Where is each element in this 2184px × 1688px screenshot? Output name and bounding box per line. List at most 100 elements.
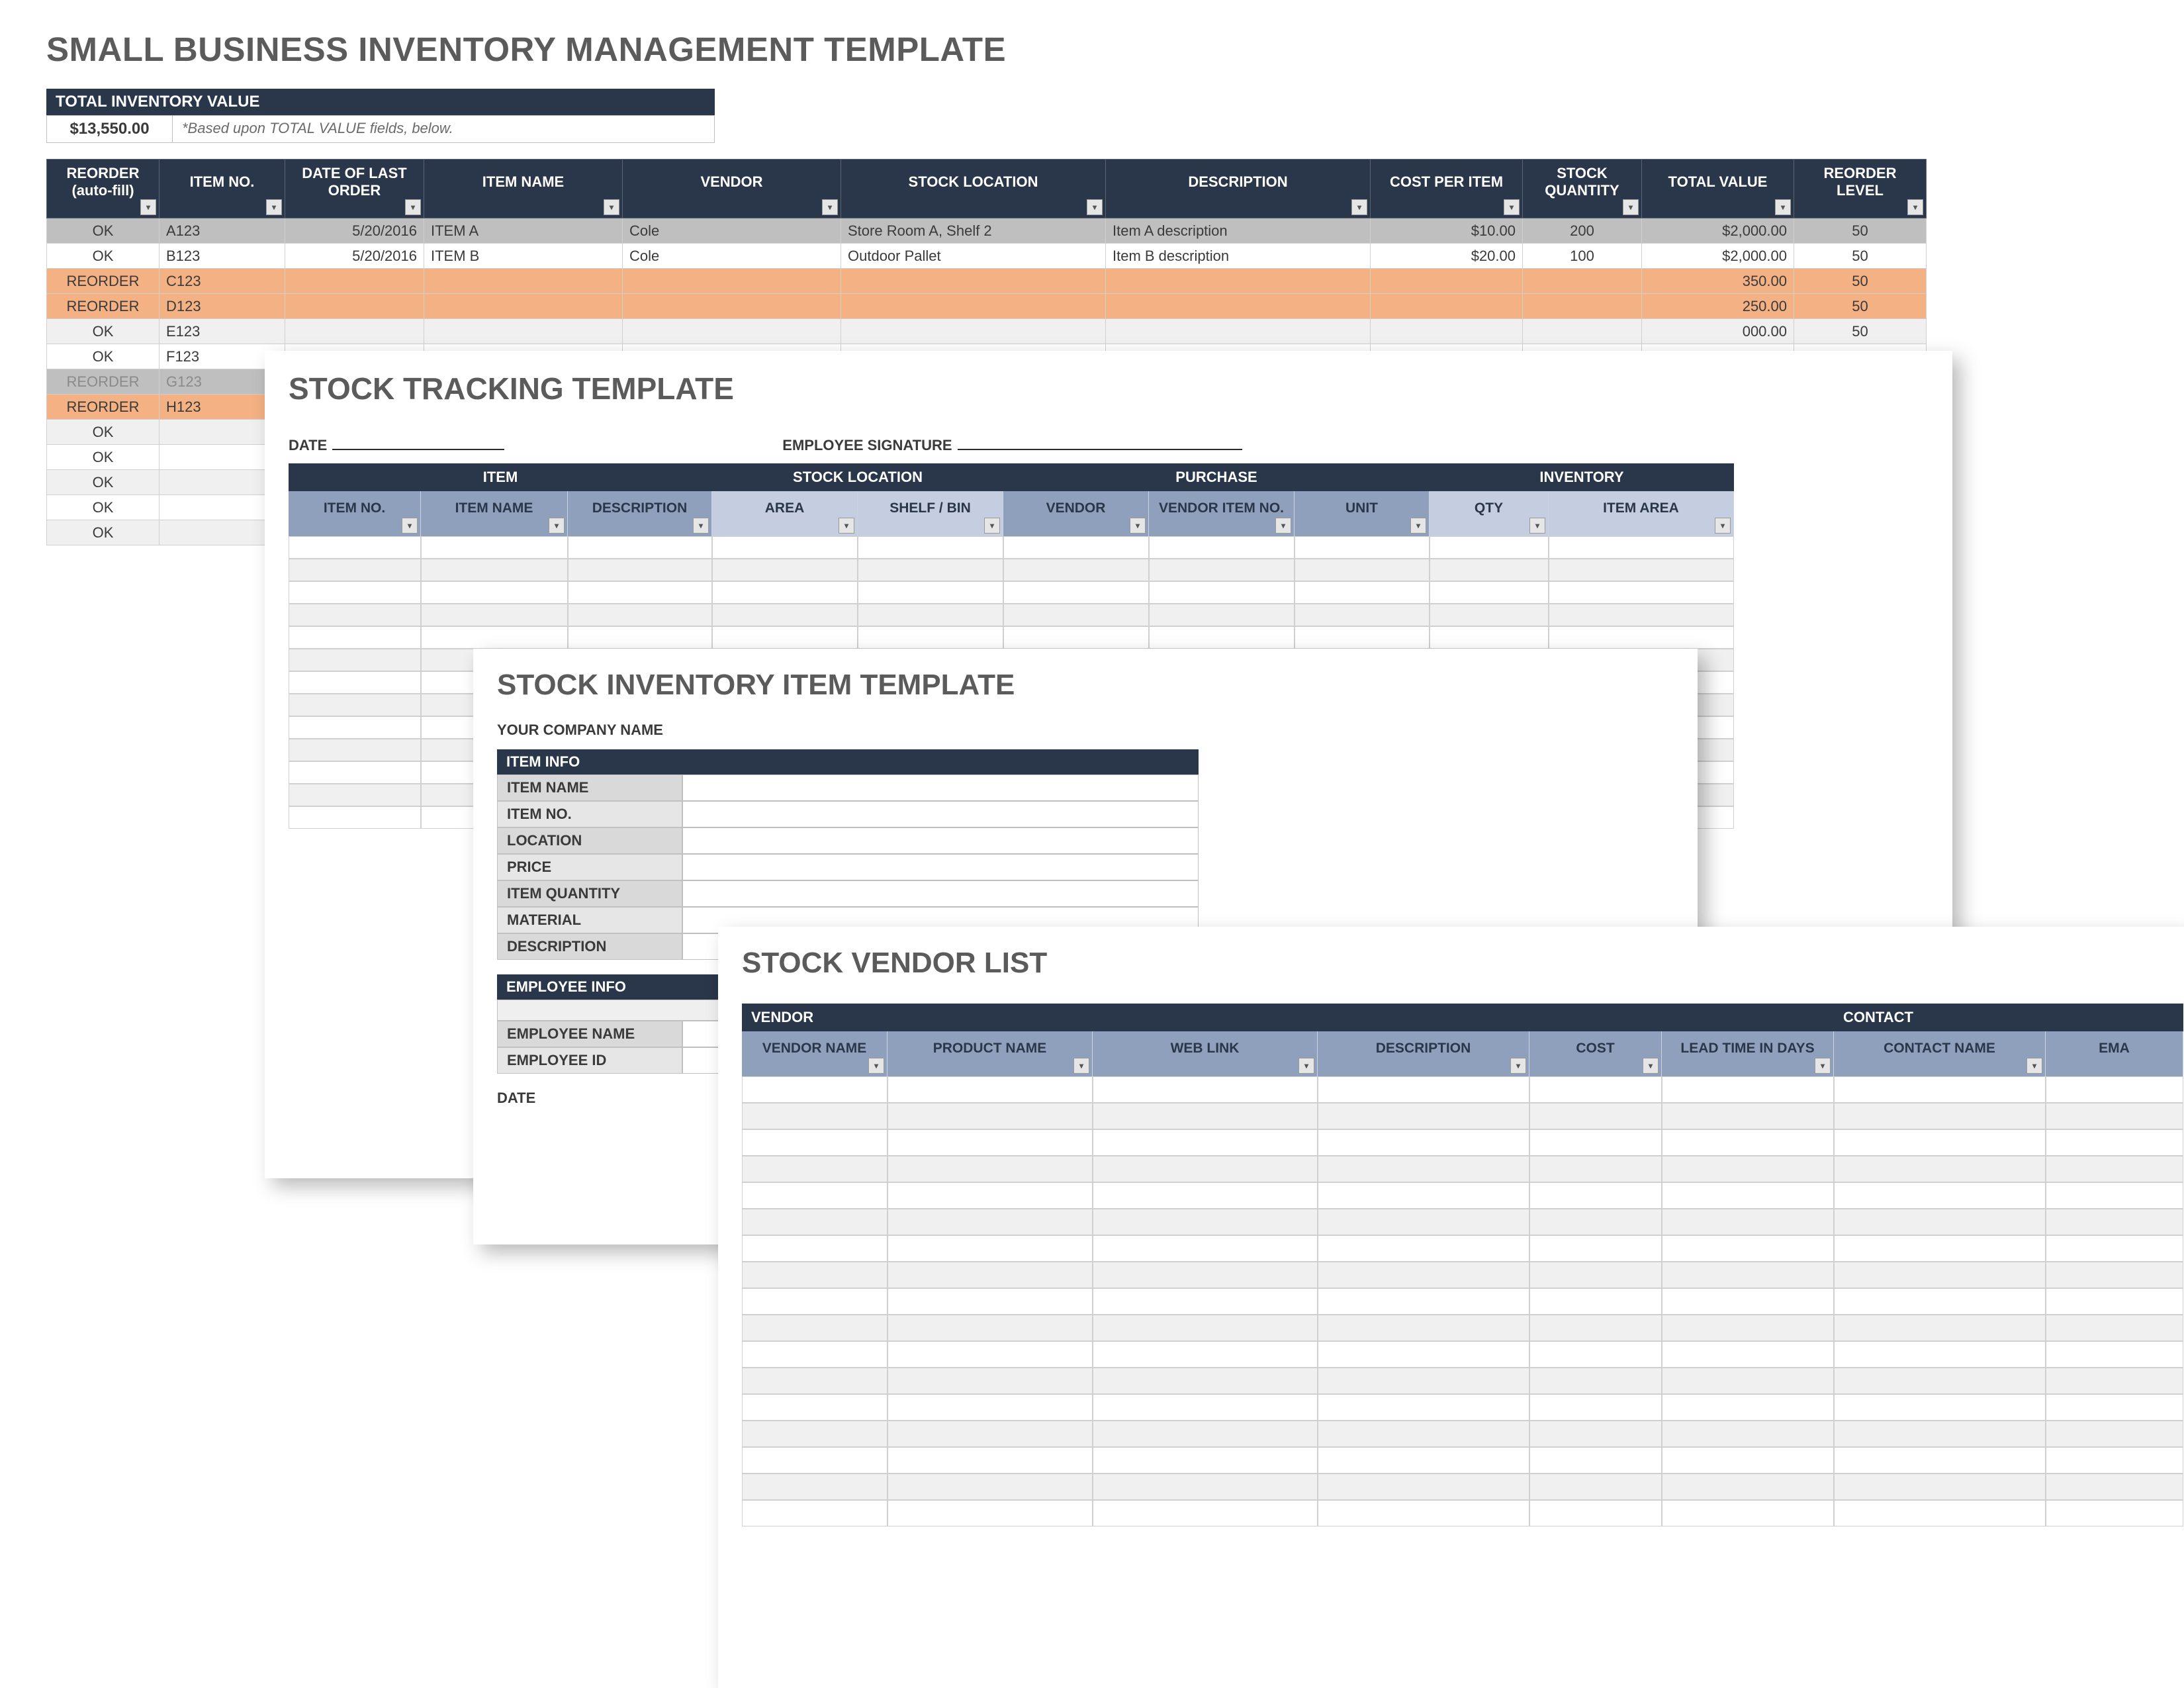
filter-dropdown-icon[interactable]: ▾ (1715, 518, 1731, 534)
cell-description[interactable] (1106, 319, 1371, 344)
col-header[interactable]: TOTAL VALUE▾ (1642, 160, 1794, 218)
cell[interactable] (1318, 1129, 1529, 1156)
cell[interactable] (2046, 1156, 2183, 1182)
table-row[interactable] (742, 1447, 2184, 1474)
filter-dropdown-icon[interactable]: ▾ (693, 518, 709, 534)
cell[interactable] (1549, 626, 1734, 649)
cell-qty[interactable]: 200 (1523, 218, 1642, 244)
cell[interactable] (568, 536, 712, 559)
cell[interactable] (1529, 1474, 1662, 1500)
filter-dropdown-icon[interactable]: ▾ (405, 199, 421, 215)
col-header[interactable]: STOCK QUANTITY▾ (1523, 160, 1642, 218)
cell[interactable] (2046, 1421, 2183, 1447)
table-row[interactable] (289, 581, 1952, 604)
col-header[interactable]: VENDOR▾ (623, 160, 841, 218)
table-row[interactable]: REORDER C123 350.00 50 (47, 269, 1927, 294)
col-header[interactable]: DESCRIPTION▾ (1106, 160, 1371, 218)
cell[interactable] (1318, 1103, 1529, 1129)
date-input-line[interactable] (332, 432, 504, 450)
col-header[interactable]: REORDER LEVEL▾ (1794, 160, 1927, 218)
cell[interactable] (1093, 1129, 1318, 1156)
cell[interactable] (289, 784, 421, 806)
col-header[interactable]: UNIT▾ (1295, 491, 1430, 536)
cell[interactable] (887, 1235, 1093, 1262)
cell[interactable] (742, 1368, 887, 1394)
cell-cost[interactable]: $10.00 (1371, 218, 1523, 244)
cell[interactable] (1662, 1129, 1834, 1156)
cell[interactable] (1430, 536, 1549, 559)
cell[interactable] (1662, 1235, 1834, 1262)
cell[interactable] (887, 1500, 1093, 1526)
table-row[interactable] (742, 1209, 2184, 1235)
cell[interactable] (887, 1341, 1093, 1368)
cell[interactable] (289, 626, 421, 649)
cell[interactable] (742, 1235, 887, 1262)
cell[interactable] (1093, 1235, 1318, 1262)
cell[interactable] (742, 1394, 887, 1421)
cell[interactable] (1295, 536, 1430, 559)
cell[interactable] (289, 806, 421, 829)
cell[interactable] (887, 1288, 1093, 1315)
table-row[interactable] (742, 1474, 2184, 1500)
cell-item-no[interactable]: B123 (159, 244, 285, 269)
table-row[interactable]: REORDER D123 250.00 50 (47, 294, 1927, 319)
cell-location[interactable] (841, 269, 1106, 294)
cell[interactable] (1003, 559, 1149, 581)
cell[interactable] (289, 694, 421, 716)
cell[interactable] (742, 1156, 887, 1182)
cell[interactable] (1529, 1076, 1662, 1103)
cell[interactable] (1003, 604, 1149, 626)
cell[interactable] (421, 604, 568, 626)
col-header[interactable]: COST PER ITEM▾ (1371, 160, 1523, 218)
cell[interactable] (1093, 1394, 1318, 1421)
cell[interactable] (1549, 536, 1734, 559)
cell-item-no[interactable]: C123 (159, 269, 285, 294)
cell[interactable] (1662, 1474, 1834, 1500)
cell[interactable] (887, 1182, 1093, 1209)
cell[interactable] (1149, 536, 1295, 559)
cell[interactable] (1549, 581, 1734, 604)
filter-dropdown-icon[interactable]: ▾ (822, 199, 838, 215)
cell[interactable] (742, 1288, 887, 1315)
cell[interactable] (742, 1341, 887, 1368)
cell[interactable] (742, 1262, 887, 1288)
cell[interactable] (1318, 1182, 1529, 1209)
cell[interactable] (742, 1447, 887, 1474)
cell[interactable] (1318, 1262, 1529, 1288)
cell[interactable] (1662, 1262, 1834, 1288)
cell[interactable] (1834, 1209, 2046, 1235)
cell-cost[interactable] (1371, 294, 1523, 319)
filter-dropdown-icon[interactable]: ▾ (266, 199, 282, 215)
cell[interactable] (887, 1447, 1093, 1474)
cell-reorder-level[interactable]: 50 (1794, 319, 1927, 344)
cell[interactable] (1662, 1421, 1834, 1447)
cell[interactable] (1834, 1129, 2046, 1156)
cell[interactable] (1529, 1103, 1662, 1129)
cell[interactable] (1529, 1421, 1662, 1447)
filter-dropdown-icon[interactable]: ▾ (1351, 199, 1367, 215)
col-header[interactable]: DESCRIPTION▾ (568, 491, 712, 536)
cell[interactable] (1093, 1076, 1318, 1103)
cell-qty[interactable]: 100 (1523, 244, 1642, 269)
cell[interactable] (289, 649, 421, 671)
cell-date[interactable] (285, 269, 424, 294)
col-header[interactable]: EMA (2046, 1031, 2183, 1076)
filter-dropdown-icon[interactable]: ▾ (1510, 1058, 1526, 1074)
cell-date[interactable]: 5/20/2016 (285, 218, 424, 244)
cell[interactable] (1149, 604, 1295, 626)
table-row[interactable] (742, 1182, 2184, 1209)
cell-description[interactable]: Item A description (1106, 218, 1371, 244)
cell[interactable] (1529, 1500, 1662, 1526)
cell[interactable] (742, 1421, 887, 1447)
cell[interactable] (1834, 1447, 2046, 1474)
cell[interactable] (712, 626, 858, 649)
cell[interactable] (1662, 1103, 1834, 1129)
cell[interactable] (1529, 1447, 1662, 1474)
table-row[interactable]: OK B123 5/20/2016 ITEM B Cole Outdoor Pa… (47, 244, 1927, 269)
cell[interactable] (712, 581, 858, 604)
cell[interactable] (2046, 1474, 2183, 1500)
cell[interactable] (742, 1076, 887, 1103)
cell[interactable] (887, 1209, 1093, 1235)
filter-dropdown-icon[interactable]: ▾ (1298, 1058, 1314, 1074)
cell[interactable] (1430, 581, 1549, 604)
